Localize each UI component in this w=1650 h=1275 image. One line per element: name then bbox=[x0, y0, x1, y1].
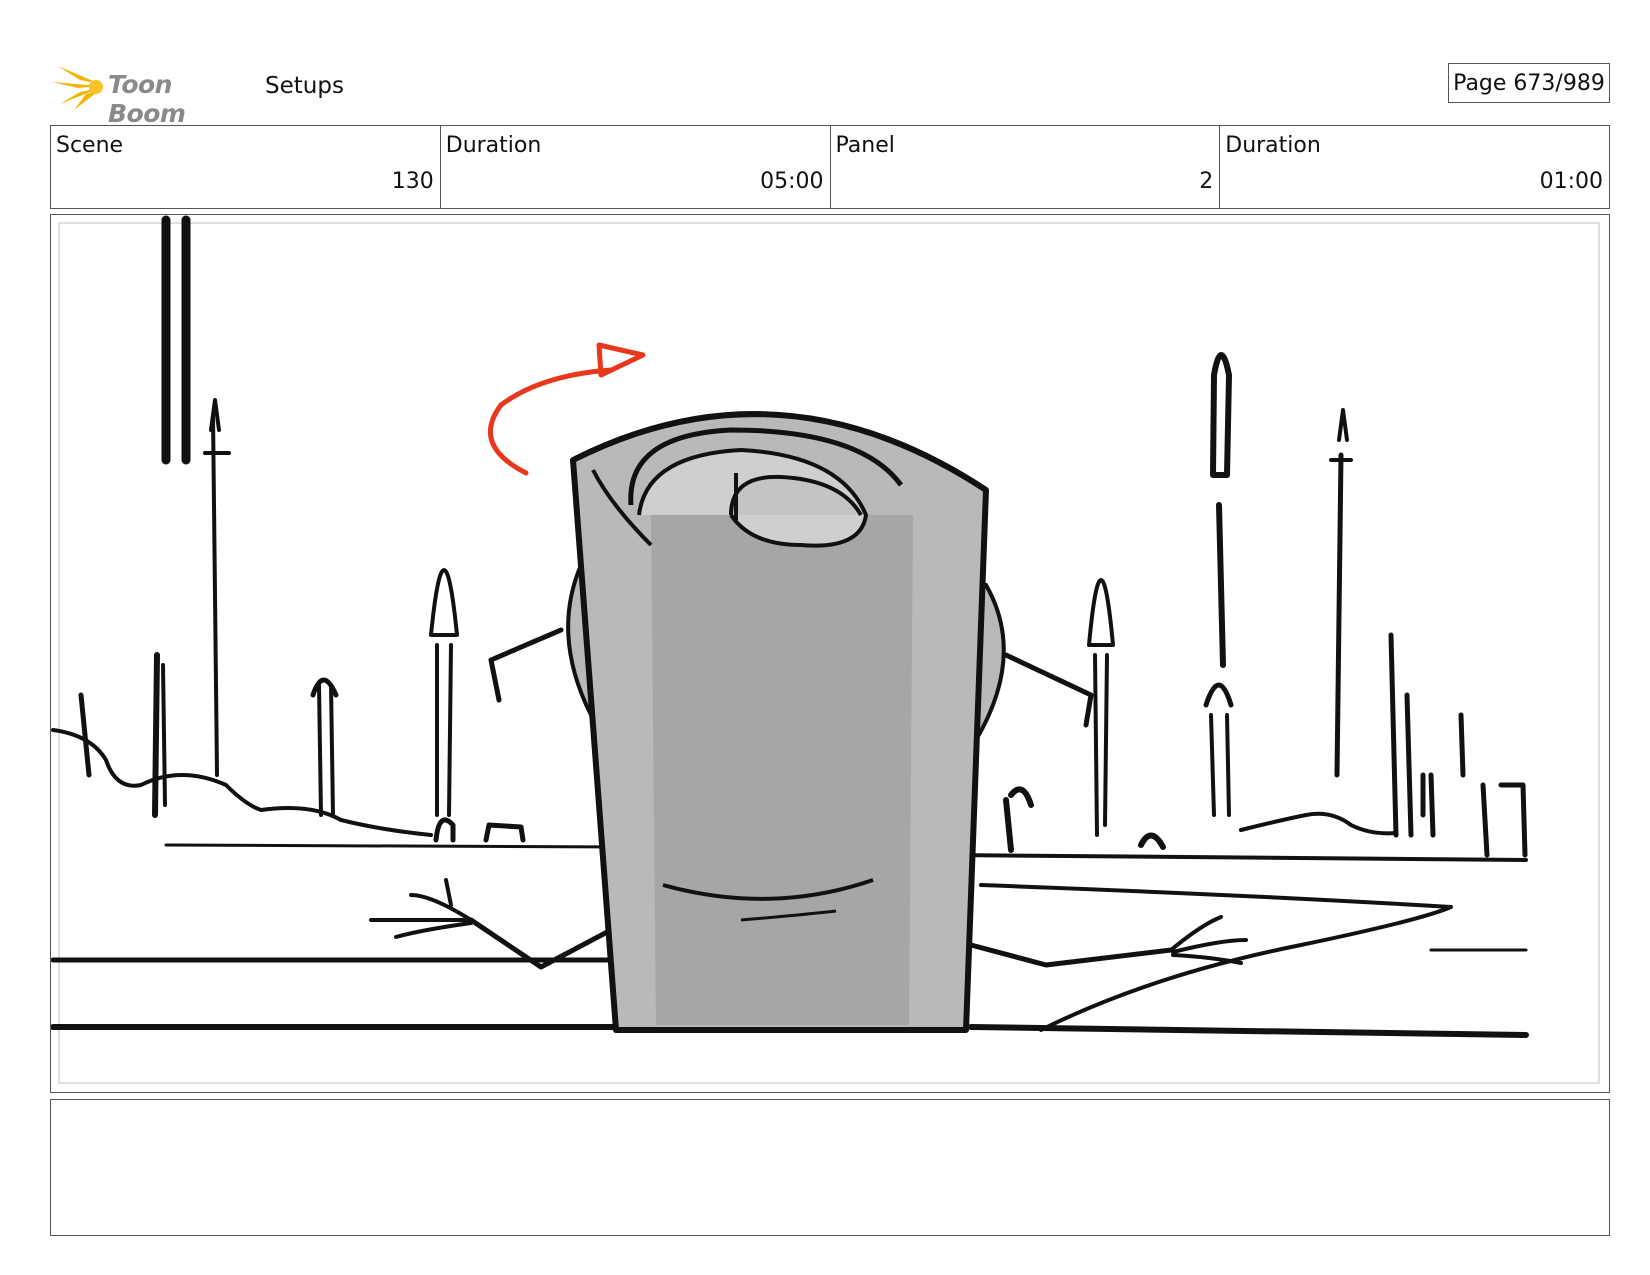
starburst-icon bbox=[52, 66, 103, 110]
panel-info-table: Scene 130 Duration 05:00 Panel 2 Duratio… bbox=[50, 125, 1610, 209]
scene-label: Scene bbox=[56, 133, 124, 158]
storyboard-sketch bbox=[51, 215, 1600, 1084]
page-header: Toon Boom Setups Page 673/989 bbox=[50, 60, 1610, 128]
scene-cell: Scene 130 bbox=[51, 126, 441, 208]
toon-boom-logo: Toon Boom bbox=[50, 60, 250, 128]
panel-value: 2 bbox=[1199, 169, 1214, 194]
panel-label: Panel bbox=[835, 133, 895, 158]
section-title: Setups bbox=[265, 73, 344, 99]
storyboard-panel bbox=[50, 214, 1610, 1093]
scene-duration-cell: Duration 05:00 bbox=[441, 126, 831, 208]
scene-duration-value: 05:00 bbox=[760, 169, 824, 194]
scene-duration-label: Duration bbox=[445, 133, 542, 158]
scene-value: 130 bbox=[391, 169, 434, 194]
panel-notes-box bbox=[50, 1099, 1610, 1236]
panel-cell: Panel 2 bbox=[831, 126, 1221, 208]
page-number: Page 673/989 bbox=[1448, 63, 1610, 103]
panel-duration-label: Duration bbox=[1225, 133, 1321, 158]
panel-duration-value: 01:00 bbox=[1539, 169, 1603, 194]
panel-duration-cell: Duration 01:00 bbox=[1220, 126, 1609, 208]
logo-text: Toon Boom bbox=[108, 70, 186, 128]
